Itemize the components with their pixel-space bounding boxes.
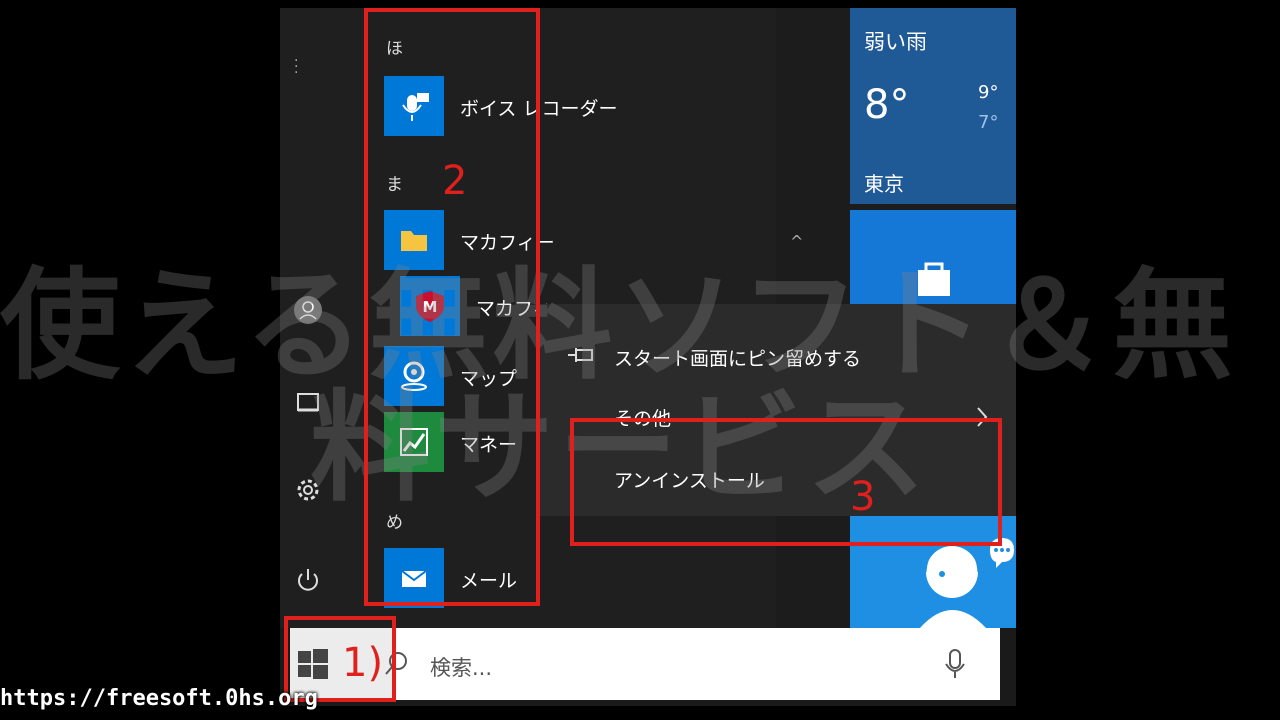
power-icon[interactable] — [292, 564, 324, 596]
store-tile[interactable] — [850, 210, 1016, 306]
annotation-number-1: 1) — [342, 640, 384, 686]
user-avatar-icon[interactable] — [292, 294, 324, 326]
pin-icon — [568, 348, 593, 362]
store-bag-icon — [918, 262, 950, 296]
annotation-box-app-list — [364, 8, 540, 606]
annotation-number-3: 3 — [850, 474, 876, 520]
settings-gear-icon[interactable] — [292, 474, 324, 506]
context-pin-to-start[interactable]: スタート画面にピン留めする — [538, 326, 1016, 386]
weather-temperature: 8° — [864, 82, 910, 128]
annotation-number-2: 2 — [442, 158, 468, 204]
weather-city: 東京 — [864, 172, 904, 196]
weather-high: 9° — [978, 82, 999, 103]
documents-icon[interactable] — [292, 386, 324, 418]
context-label: スタート画面にピン留めする — [614, 348, 862, 370]
weather-tile[interactable]: 弱い雨 8° 9° 7° 東京 — [850, 8, 1016, 204]
site-url: https://freesoft.0hs.org — [0, 686, 318, 711]
search-box[interactable]: 検索... — [385, 628, 1000, 700]
collapse-chevron-up-icon[interactable]: ^ — [790, 232, 803, 251]
search-placeholder: 検索... — [430, 656, 493, 680]
weather-low: 7° — [978, 112, 999, 133]
weather-condition: 弱い雨 — [864, 30, 927, 54]
annotation-box-uninstall — [570, 418, 1002, 546]
microphone-icon[interactable] — [944, 648, 966, 680]
support-agent-icon — [920, 538, 1014, 628]
menu-dots-icon[interactable]: · · · — [294, 54, 298, 80]
start-rail: · · · — [280, 8, 336, 628]
